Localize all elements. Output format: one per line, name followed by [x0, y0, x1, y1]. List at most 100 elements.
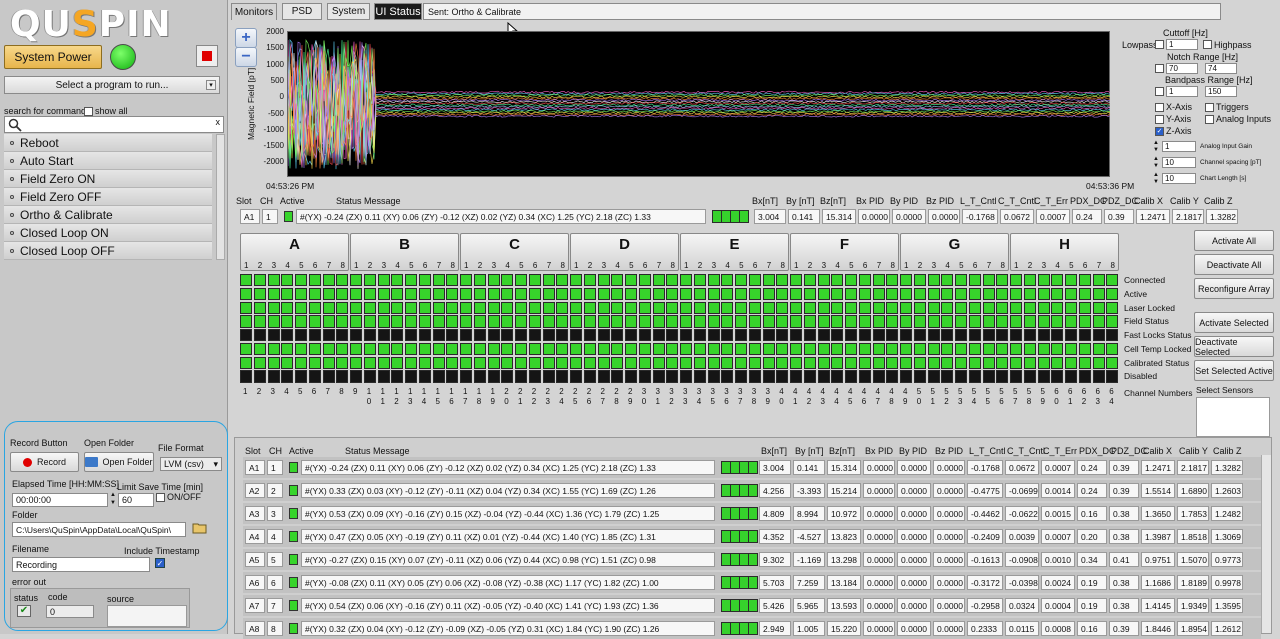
sensor-status-led[interactable]: [556, 342, 569, 356]
sensor-status-led[interactable]: [542, 315, 555, 328]
sensor-status-led[interactable]: [803, 315, 816, 328]
sensor-status-led[interactable]: [1078, 342, 1091, 356]
group-header-c[interactable]: C 12345678: [460, 233, 569, 271]
sensor-status-led[interactable]: [968, 356, 981, 369]
sensor-status-led[interactable]: [790, 301, 802, 314]
sensor-status-led[interactable]: [322, 274, 335, 287]
sensor-status-led[interactable]: [446, 315, 459, 328]
sensor-status-led[interactable]: [886, 315, 899, 328]
sensor-status-led[interactable]: [625, 274, 637, 287]
x-axis-checkbox[interactable]: X-Axis: [1155, 102, 1192, 112]
tab-psd[interactable]: PSD: [282, 3, 322, 20]
sensor-status-led[interactable]: [240, 287, 252, 301]
active-led[interactable]: [289, 462, 298, 473]
sensor-status-led[interactable]: [968, 274, 981, 287]
sensor-status-led[interactable]: [336, 274, 349, 287]
sensor-status-led[interactable]: [308, 342, 321, 356]
sensor-status-led[interactable]: [1106, 287, 1119, 301]
bandpass-checkbox[interactable]: [1155, 87, 1164, 96]
sensor-status-led[interactable]: [790, 315, 802, 328]
sensor-status-led[interactable]: [680, 329, 692, 342]
sensor-status-led[interactable]: [900, 329, 912, 342]
sensor-status-led[interactable]: [845, 370, 857, 383]
sensor-status-led[interactable]: [927, 370, 940, 383]
sensor-status-led[interactable]: [927, 274, 940, 287]
sensor-status-led[interactable]: [872, 301, 885, 314]
sensor-status-led[interactable]: [1065, 301, 1077, 314]
sensor-status-led[interactable]: [322, 315, 335, 328]
tab-system[interactable]: System: [327, 3, 370, 20]
group-header-g[interactable]: G 12345678: [900, 233, 1009, 271]
sensor-status-led[interactable]: [267, 370, 280, 383]
activate-all-button[interactable]: Activate All: [1194, 230, 1274, 251]
sensor-status-led[interactable]: [432, 342, 445, 356]
sensor-status-led[interactable]: [831, 301, 844, 314]
sensor-status-led[interactable]: [308, 301, 321, 314]
sensor-status-led[interactable]: [295, 329, 307, 342]
sensor-status-led[interactable]: [996, 329, 1009, 342]
sensor-status-led[interactable]: [803, 274, 816, 287]
sensor-status-led[interactable]: [996, 315, 1009, 328]
sensor-status-led[interactable]: [583, 315, 596, 328]
sensor-status-led[interactable]: [638, 356, 651, 369]
sensor-status-led[interactable]: [570, 342, 582, 356]
sensor-status-led[interactable]: [693, 287, 706, 301]
sensor-status-led[interactable]: [556, 287, 569, 301]
sensor-status-led[interactable]: [528, 356, 541, 369]
sensor-status-led[interactable]: [583, 287, 596, 301]
sensor-status-led[interactable]: [597, 315, 610, 328]
sensor-status-led[interactable]: [1106, 329, 1119, 342]
sensor-status-led[interactable]: [281, 356, 294, 369]
sensor-status-led[interactable]: [625, 301, 637, 314]
table-scrollbar[interactable]: [1261, 455, 1271, 633]
sensor-status-led[interactable]: [267, 274, 280, 287]
sensor-status-led[interactable]: [377, 315, 390, 328]
sensor-status-led[interactable]: [432, 301, 445, 314]
sensor-status-led[interactable]: [1023, 274, 1036, 287]
sensor-status-led[interactable]: [1037, 301, 1050, 314]
sensor-status-led[interactable]: [528, 342, 541, 356]
select-sensors-list[interactable]: [1196, 397, 1270, 437]
sensor-status-led[interactable]: [638, 274, 651, 287]
sensor-status-led[interactable]: [432, 329, 445, 342]
sensor-status-led[interactable]: [363, 370, 376, 383]
sensor-status-led[interactable]: [446, 329, 459, 342]
sensor-status-led[interactable]: [556, 274, 569, 287]
sensor-status-led[interactable]: [295, 370, 307, 383]
sensor-status-led[interactable]: [528, 315, 541, 328]
sensor-status-led[interactable]: [1106, 274, 1119, 287]
sensor-status-led[interactable]: [968, 329, 981, 342]
sensor-status-led[interactable]: [542, 370, 555, 383]
sensor-status-led[interactable]: [666, 356, 679, 369]
sensor-status-led[interactable]: [611, 301, 624, 314]
sensor-status-led[interactable]: [900, 301, 912, 314]
sensor-status-led[interactable]: [377, 329, 390, 342]
sensor-status-led[interactable]: [473, 301, 486, 314]
sensor-status-led[interactable]: [858, 315, 871, 328]
sensor-status-led[interactable]: [487, 356, 500, 369]
sensor-status-led[interactable]: [528, 329, 541, 342]
sensor-status-led[interactable]: [460, 274, 472, 287]
sensor-status-led[interactable]: [762, 287, 775, 301]
sensor-status-led[interactable]: [611, 274, 624, 287]
sensor-status-led[interactable]: [1037, 342, 1050, 356]
sensor-status-led[interactable]: [308, 315, 321, 328]
tab-ui-status[interactable]: UI Status: [374, 3, 422, 20]
sensor-status-led[interactable]: [253, 370, 266, 383]
sensor-status-led[interactable]: [308, 274, 321, 287]
sensor-status-led[interactable]: [652, 329, 665, 342]
sensor-status-led[interactable]: [611, 329, 624, 342]
spacing-stepper[interactable]: ▲ ▼: [1153, 156, 1159, 170]
sensor-status-led[interactable]: [872, 329, 885, 342]
sensor-status-led[interactable]: [542, 287, 555, 301]
show-all-checkbox[interactable]: show all: [84, 106, 128, 116]
sensor-status-led[interactable]: [487, 287, 500, 301]
sensor-status-led[interactable]: [803, 329, 816, 342]
sensor-status-led[interactable]: [515, 287, 527, 301]
sensor-status-led[interactable]: [1010, 356, 1022, 369]
sensor-status-led[interactable]: [418, 287, 431, 301]
sensor-status-led[interactable]: [872, 274, 885, 287]
sensor-status-led[interactable]: [597, 301, 610, 314]
sensor-status-led[interactable]: [322, 370, 335, 383]
sensor-status-led[interactable]: [515, 274, 527, 287]
